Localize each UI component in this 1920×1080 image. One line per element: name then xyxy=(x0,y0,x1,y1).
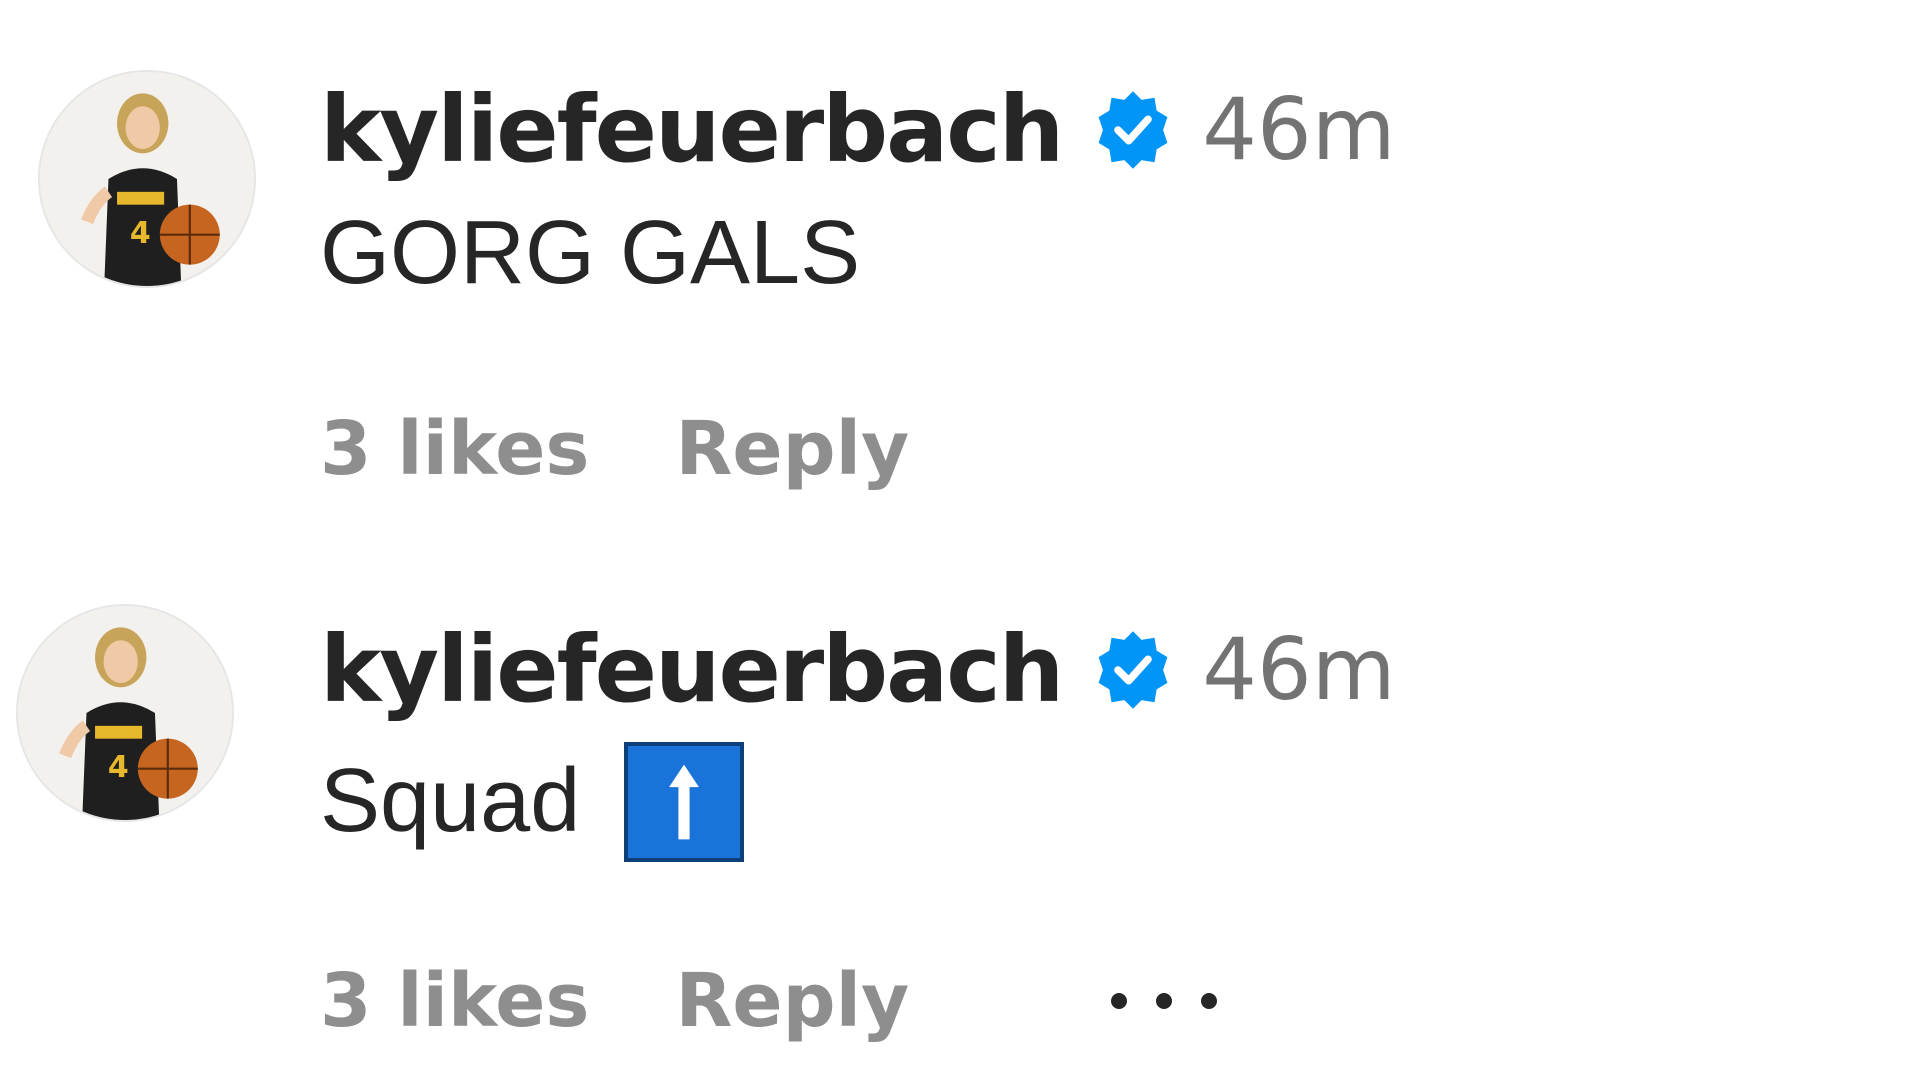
comment-actions: 3 likes Reply xyxy=(320,958,1396,1044)
comment-text: GORG GALS xyxy=(320,202,1396,306)
verified-badge-icon xyxy=(1090,87,1176,173)
more-options-icon[interactable] xyxy=(1099,981,1229,1021)
likes-count-button[interactable]: 3 likes xyxy=(320,406,589,492)
reply-button[interactable]: Reply xyxy=(675,958,909,1044)
avatar[interactable]: 4 xyxy=(38,70,256,288)
username-link[interactable]: kyliefeuerbach xyxy=(320,84,1064,176)
likes-count-button[interactable]: 3 likes xyxy=(320,958,589,1044)
comment-item: 4 kyliefeuerbach 46m Squad 3 likes Reply xyxy=(0,540,1920,1080)
comment-body: kyliefeuerbach 46m GORG GALS 3 likes Rep… xyxy=(320,70,1396,492)
comment-text-content: GORG GALS xyxy=(320,203,861,303)
avatar-photo: 4 xyxy=(40,72,254,286)
comment-header: kyliefeuerbach 46m xyxy=(320,70,1396,190)
avatar[interactable]: 4 xyxy=(16,604,234,822)
comment-text-content: Squad xyxy=(320,751,581,852)
comment-timestamp[interactable]: 46m xyxy=(1202,87,1395,173)
comment-item: 4 kyliefeuerbach 46m GORG GALS 3 likes R… xyxy=(0,0,1920,540)
comment-body: kyliefeuerbach 46m Squad 3 likes Reply xyxy=(320,610,1396,1045)
username-link[interactable]: kyliefeuerbach xyxy=(320,624,1064,716)
reply-button[interactable]: Reply xyxy=(675,406,909,492)
verified-badge-icon xyxy=(1090,627,1176,713)
avatar-photo: 4 xyxy=(18,606,232,820)
svg-text:4: 4 xyxy=(130,216,151,251)
comment-actions: 3 likes Reply xyxy=(320,406,1396,492)
comment-timestamp[interactable]: 46m xyxy=(1202,627,1395,713)
up-arrow-emoji-icon xyxy=(624,742,745,862)
comment-text: Squad xyxy=(320,742,1396,862)
svg-text:4: 4 xyxy=(108,750,129,785)
comment-header: kyliefeuerbach 46m xyxy=(320,610,1396,730)
